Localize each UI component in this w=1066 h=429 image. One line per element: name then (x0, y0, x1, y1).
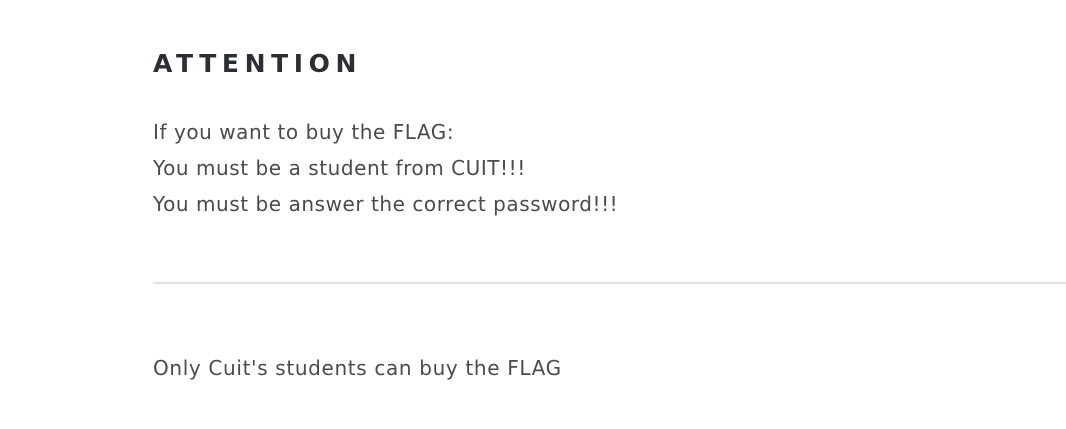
attention-heading: ATTENTION (153, 49, 363, 78)
notice-line: You must be answer the correct password!… (153, 192, 619, 216)
notice-text: If you want to buy the FLAG: You must be… (153, 114, 618, 222)
notice-line: If you want to buy the FLAG: (153, 120, 455, 144)
notice-line: You must be a student from CUIT!!! (153, 156, 526, 180)
restriction-message: Only Cuit's students can buy the FLAG (153, 356, 562, 380)
section-divider (153, 282, 1066, 284)
